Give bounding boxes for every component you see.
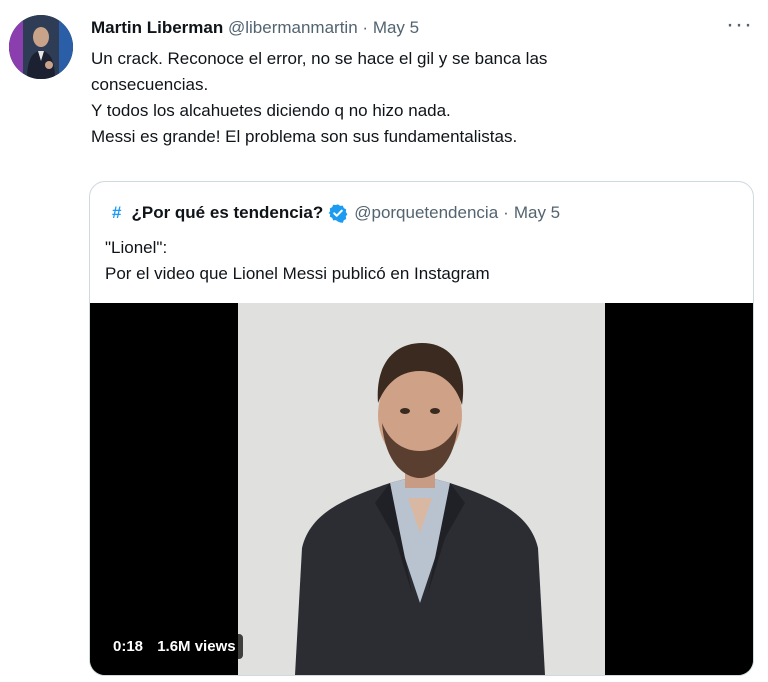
video-frame bbox=[90, 303, 753, 675]
tweet-text-line: Y todos los alcahuetes diciendo q no hiz… bbox=[91, 101, 451, 120]
tweet-date[interactable]: May 5 bbox=[373, 18, 419, 37]
quote-date-separator: · bbox=[503, 203, 509, 222]
hashtag-avatar-icon[interactable]: # bbox=[112, 202, 121, 224]
video-info-badge: 0:18 1.6M views bbox=[106, 634, 243, 659]
avatar-image bbox=[9, 15, 73, 79]
video-player[interactable]: 0:18 1.6M views bbox=[90, 303, 753, 675]
tweet-text-line: Un crack. Reconoce el error, no se hace … bbox=[91, 49, 548, 68]
quoted-tweet[interactable]: # ¿Por qué es tendencia? @porquetendenci… bbox=[89, 181, 754, 676]
tweet-text-line: consecuencias. bbox=[91, 75, 209, 94]
quote-text-line: "Lionel": bbox=[105, 238, 168, 257]
author-avatar[interactable] bbox=[9, 15, 73, 79]
tweet-text-line: Messi es grande! El problema son sus fun… bbox=[91, 127, 518, 146]
verified-badge-icon bbox=[328, 204, 348, 223]
author-name[interactable]: Martin Liberman bbox=[91, 18, 223, 37]
quote-author-name[interactable]: ¿Por qué es tendencia? bbox=[131, 202, 323, 224]
quote-header: # ¿Por qué es tendencia? @porquetendenci… bbox=[112, 202, 560, 224]
more-options-icon[interactable]: ··· bbox=[726, 13, 753, 37]
tweet-header: Martin Liberman @libermanmartin · May 5 bbox=[91, 17, 419, 39]
quote-text-line: Por el video que Lionel Messi publicó en… bbox=[105, 264, 490, 283]
author-handle[interactable]: @libermanmartin bbox=[228, 18, 358, 37]
date-separator: · bbox=[362, 18, 369, 37]
quote-author-handle[interactable]: @porquetendencia bbox=[354, 202, 498, 224]
quote-date[interactable]: May 5 bbox=[514, 202, 560, 224]
quote-text: "Lionel": Por el video que Lionel Messi … bbox=[105, 235, 490, 287]
video-views: 1.6M views bbox=[157, 638, 236, 655]
video-duration: 0:18 bbox=[113, 638, 144, 655]
tweet-text: Un crack. Reconoce el error, no se hace … bbox=[91, 46, 741, 150]
